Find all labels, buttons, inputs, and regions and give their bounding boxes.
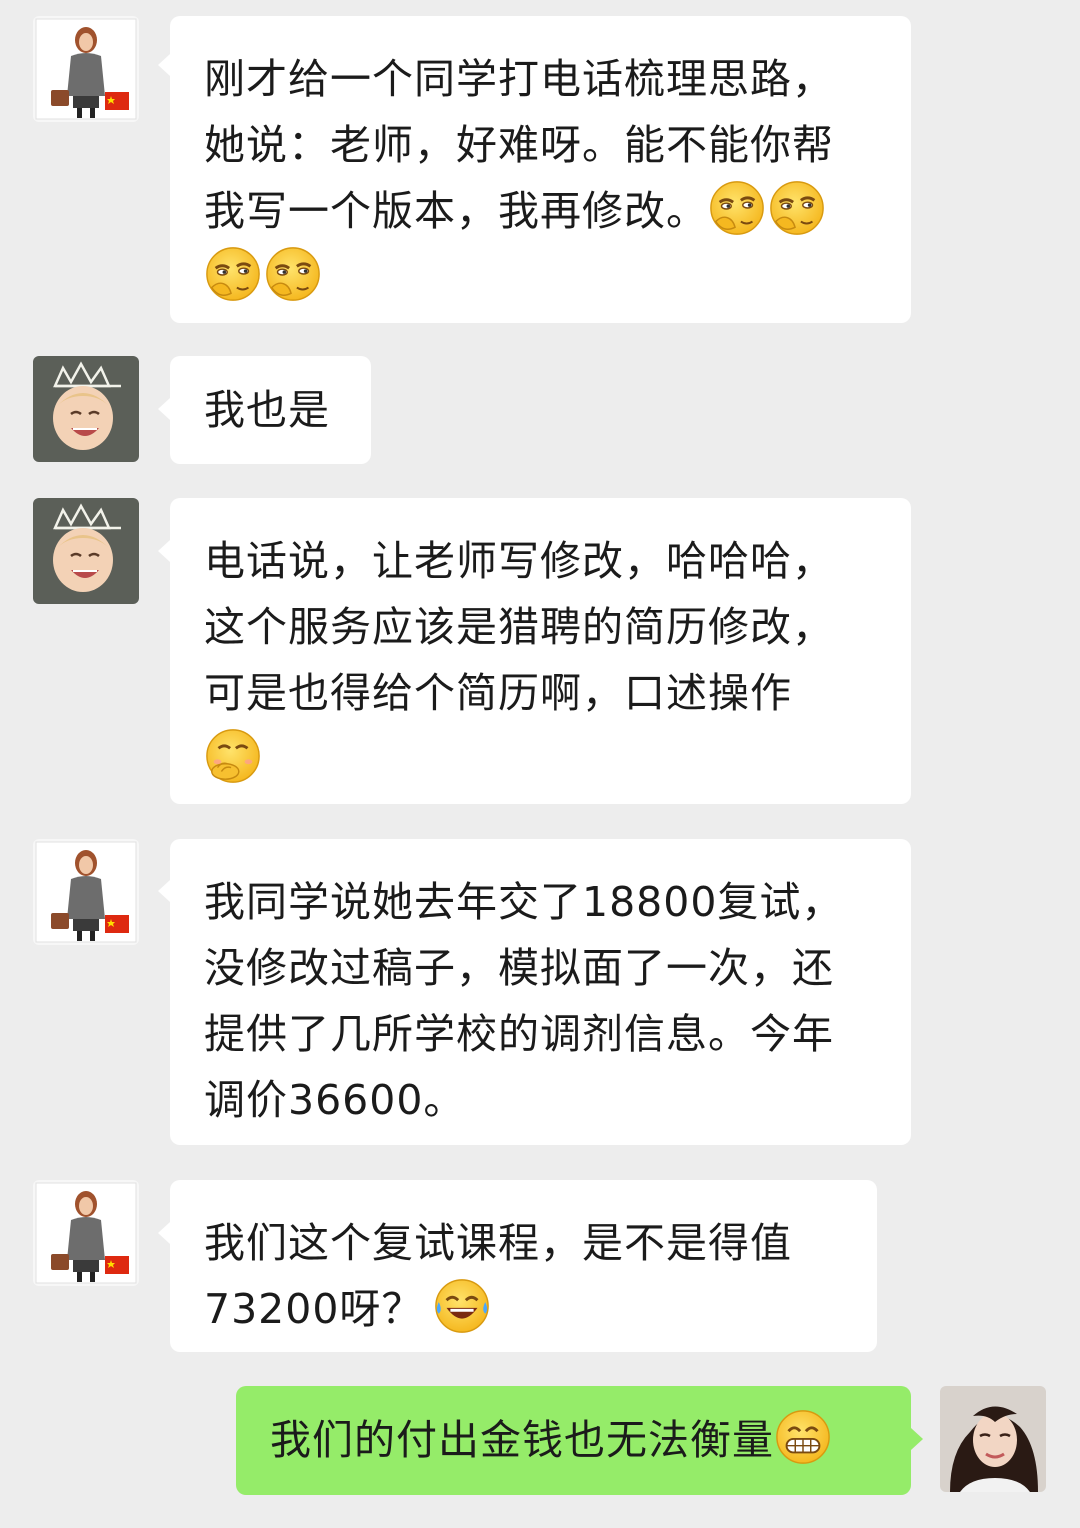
avatar[interactable] (33, 839, 139, 945)
bubble-tail (158, 1222, 170, 1244)
message-text: 这个服务应该是猎聘的简历修改， (204, 603, 834, 651)
message-text: 我写一个版本，我再修改。 (204, 178, 879, 244)
message-text: 73200呀？ (204, 1276, 845, 1342)
avatar-self[interactable] (940, 1386, 1046, 1492)
smirk-covering-mouth-icon (768, 179, 826, 237)
message-bubble[interactable]: 刚才给一个同学打电话梳理思路， 她说：老师，好难呀。能不能你帮 我写一个版本，我… (170, 16, 911, 323)
avatar[interactable] (33, 1180, 139, 1286)
message-bubble[interactable]: 我同学说她去年交了18800复试， 没修改过稿子，模拟面了一次，还 提供了几所学… (170, 839, 911, 1145)
message-text: 电话说，让老师写修改，哈哈哈， (204, 537, 834, 585)
message-text: 我们这个复试课程，是不是得值 (204, 1219, 792, 1267)
smirk-covering-mouth-icon (264, 245, 322, 303)
bubble-tail (158, 880, 170, 902)
bubble-tail (911, 1428, 923, 1450)
hand-over-mouth-icon (204, 727, 262, 785)
message-emoji-line (204, 726, 879, 792)
message-bubble[interactable]: 我也是 (170, 356, 371, 464)
message-text: 调价36600。 (204, 1076, 466, 1124)
message-text: 提供了几所学校的调剂信息。今年 (204, 1010, 834, 1058)
message-text: 没修改过稿子，模拟面了一次，还 (204, 944, 834, 992)
grinning-icon (774, 1408, 832, 1466)
message-text: 可是也得给个简历啊，口述操作 (204, 669, 792, 717)
avatar[interactable] (33, 356, 139, 462)
tears-of-joy-icon (433, 1277, 491, 1335)
avatar[interactable] (33, 498, 139, 604)
bubble-tail (158, 54, 170, 76)
message-text: 我也是 (204, 386, 330, 434)
bubble-tail (158, 398, 170, 420)
avatar[interactable] (33, 16, 139, 122)
message-bubble-self[interactable]: 我们的付出金钱也无法衡量 (236, 1386, 911, 1495)
message-text: 我同学说她去年交了18800复试， (204, 878, 844, 926)
message-text: 刚才给一个同学打电话梳理思路， (204, 55, 834, 103)
message-text: 我们的付出金钱也无法衡量 (270, 1407, 879, 1473)
message-bubble[interactable]: 我们这个复试课程，是不是得值 73200呀？ (170, 1180, 877, 1352)
smirk-covering-mouth-icon (204, 245, 262, 303)
bubble-tail (158, 540, 170, 562)
message-text: 她说：老师，好难呀。能不能你帮 (204, 121, 834, 169)
message-emoji-line (204, 244, 879, 310)
message-bubble[interactable]: 电话说，让老师写修改，哈哈哈， 这个服务应该是猎聘的简历修改， 可是也得给个简历… (170, 498, 911, 804)
smirk-covering-mouth-icon (708, 179, 766, 237)
